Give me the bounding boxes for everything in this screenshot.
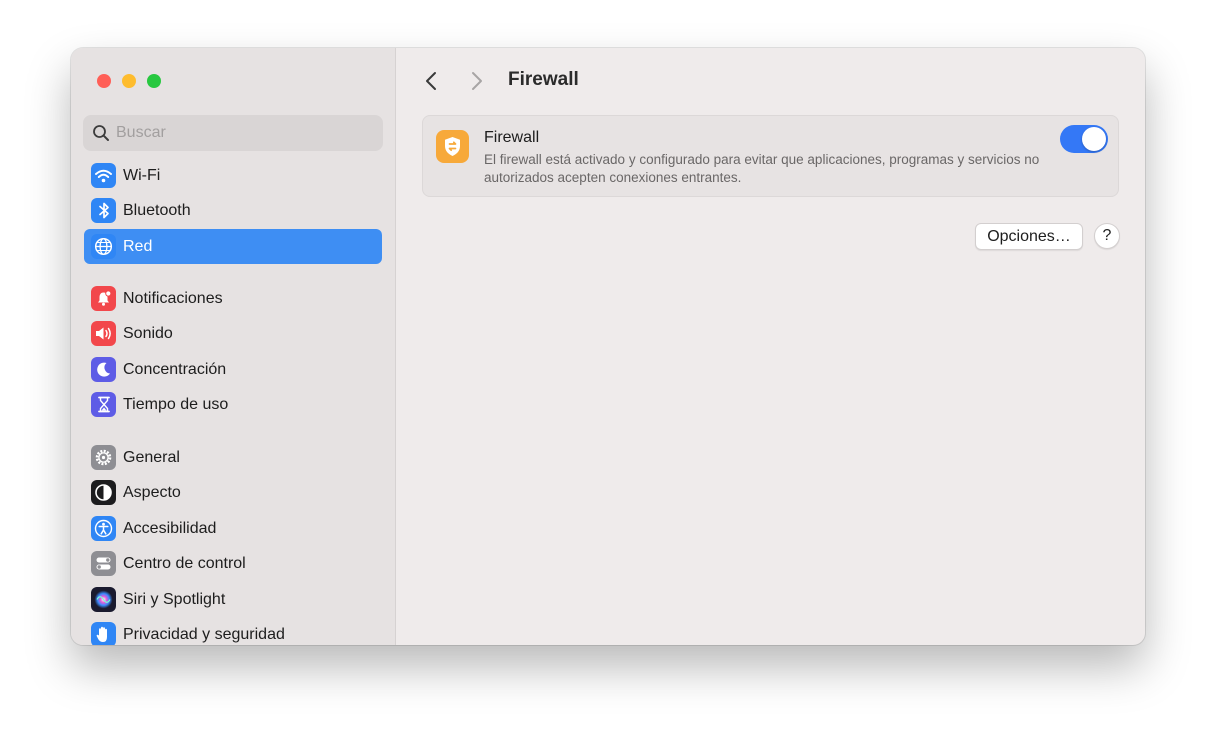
sidebar-item-label: Privacidad y seguridad bbox=[123, 626, 285, 643]
sidebar-item-label: Centro de control bbox=[123, 555, 246, 572]
accessibility-icon bbox=[91, 516, 116, 541]
sidebar-item-label: Sonido bbox=[123, 325, 173, 342]
sidebar-item-screen-time[interactable]: Tiempo de uso bbox=[84, 387, 382, 422]
sidebar-item-accessibility[interactable]: Accesibilidad bbox=[84, 511, 382, 546]
search-input[interactable] bbox=[116, 115, 371, 151]
sidebar-item-wifi[interactable]: Wi-Fi bbox=[84, 158, 382, 193]
sidebar-item-label: Accesibilidad bbox=[123, 520, 217, 537]
bell-icon bbox=[91, 286, 116, 311]
gear-icon bbox=[91, 445, 116, 470]
sidebar-item-focus[interactable]: Concentración bbox=[84, 352, 382, 387]
options-button[interactable]: Opciones… bbox=[975, 223, 1083, 250]
firewall-toggle[interactable] bbox=[1060, 125, 1108, 153]
firewall-title: Firewall bbox=[484, 129, 540, 146]
main-content: Firewall Firewall El firewall está activ… bbox=[397, 48, 1145, 645]
maximize-window-button[interactable] bbox=[147, 74, 161, 88]
hand-icon bbox=[91, 622, 116, 645]
sidebar-item-privacy-security[interactable]: Privacidad y seguridad bbox=[84, 617, 382, 645]
globe-icon bbox=[91, 234, 116, 259]
forward-arrow-icon[interactable] bbox=[470, 70, 484, 92]
sidebar-item-appearance[interactable]: Aspecto bbox=[84, 475, 382, 510]
sidebar-item-label: Tiempo de uso bbox=[123, 396, 229, 413]
back-arrow-icon[interactable] bbox=[424, 70, 438, 92]
sidebar-item-label: Red bbox=[123, 238, 153, 255]
sidebar-item-label: Siri y Spotlight bbox=[123, 591, 226, 608]
sidebar-item-label: Concentración bbox=[123, 361, 227, 378]
bluetooth-icon bbox=[91, 198, 116, 223]
sidebar-item-label: Aspecto bbox=[123, 484, 181, 501]
search-icon bbox=[93, 125, 109, 141]
sidebar: Wi-Fi Bluetooth Red bbox=[71, 48, 396, 645]
firewall-description: El firewall está activado y configurado … bbox=[484, 152, 1040, 185]
speaker-icon bbox=[91, 321, 116, 346]
moon-icon bbox=[91, 357, 116, 382]
wifi-icon bbox=[91, 163, 116, 188]
close-window-button[interactable] bbox=[97, 74, 111, 88]
settings-window: Wi-Fi Bluetooth Red bbox=[71, 48, 1145, 645]
sidebar-item-siri-spotlight[interactable]: Siri y Spotlight bbox=[84, 582, 382, 617]
sidebar-item-label: Notificaciones bbox=[123, 290, 223, 307]
sidebar-item-label: Bluetooth bbox=[123, 202, 191, 219]
minimize-window-button[interactable] bbox=[122, 74, 136, 88]
page-title: Firewall bbox=[508, 69, 579, 90]
hourglass-icon bbox=[91, 392, 116, 417]
sidebar-item-label: General bbox=[123, 449, 180, 466]
firewall-card: Firewall El firewall está activado y con… bbox=[422, 115, 1119, 197]
sidebar-item-notifications[interactable]: Notificaciones bbox=[84, 281, 382, 316]
search-box[interactable] bbox=[83, 115, 383, 151]
siri-icon bbox=[91, 587, 116, 612]
sidebar-item-sound[interactable]: Sonido bbox=[84, 316, 382, 351]
toggle-knob bbox=[1082, 127, 1106, 151]
help-button[interactable]: ? bbox=[1094, 223, 1120, 249]
firewall-shield-icon bbox=[436, 130, 469, 163]
sidebar-item-general[interactable]: General bbox=[84, 440, 382, 475]
control-center-icon bbox=[91, 551, 116, 576]
sidebar-item-control-center[interactable]: Centro de control bbox=[84, 546, 382, 581]
sidebar-item-bluetooth[interactable]: Bluetooth bbox=[84, 193, 382, 228]
sidebar-item-network[interactable]: Red bbox=[84, 229, 382, 264]
appearance-icon bbox=[91, 480, 116, 505]
sidebar-item-label: Wi-Fi bbox=[123, 167, 161, 184]
